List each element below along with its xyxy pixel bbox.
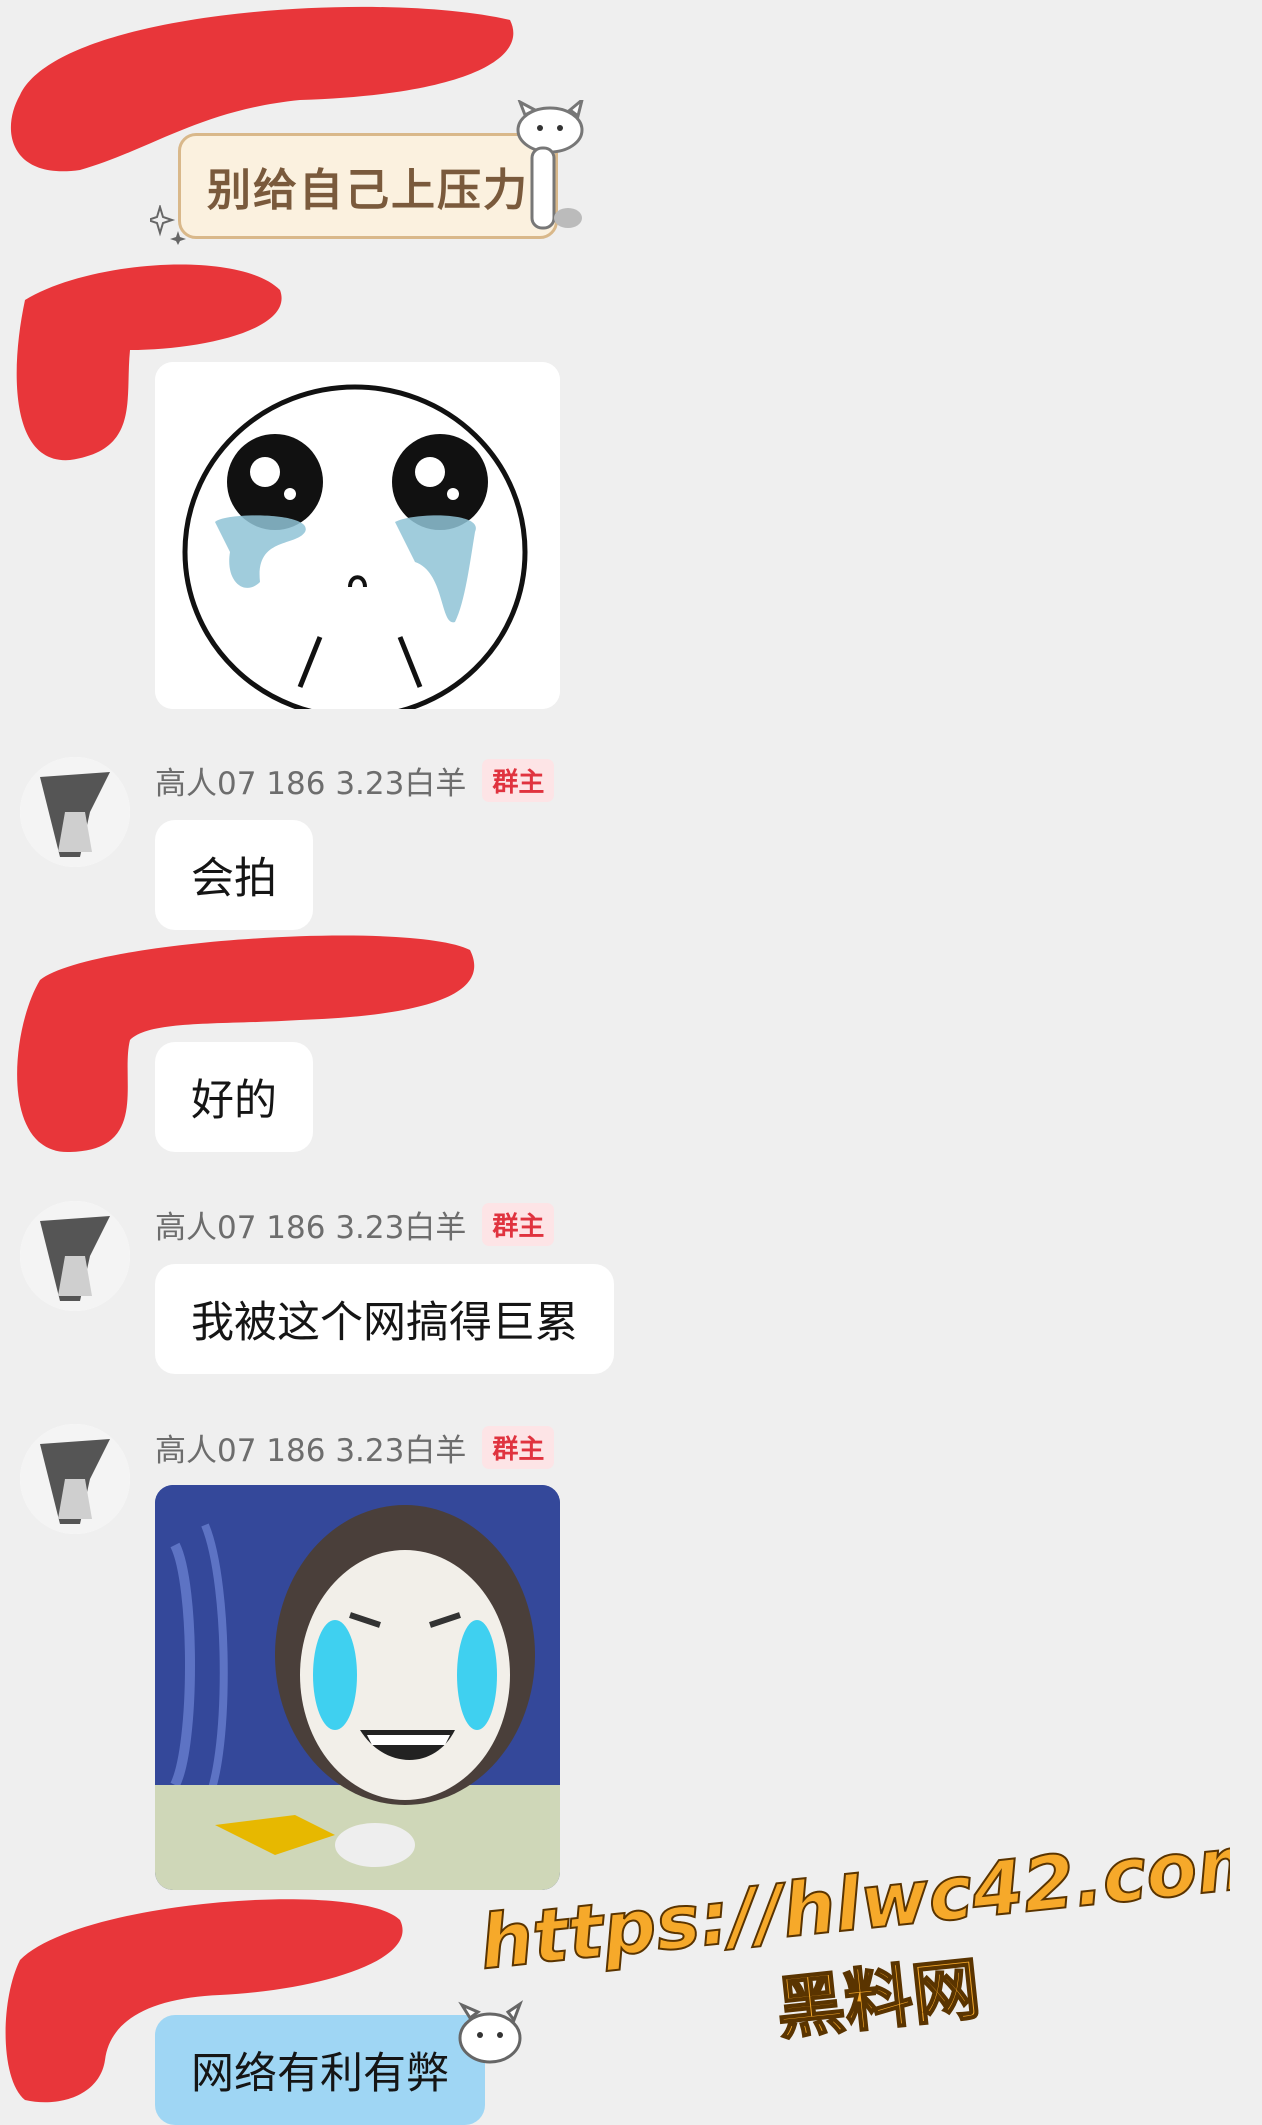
sender-name: 高人07 186 3.23白羊 bbox=[155, 765, 467, 802]
message-text: 好的 bbox=[191, 1076, 277, 1126]
sender-meta: 高人07 186 3.23白羊 群主 bbox=[155, 1425, 555, 1469]
group-owner-badge: 群主 bbox=[482, 1425, 555, 1469]
avatar[interactable] bbox=[20, 1201, 130, 1311]
cat-sticker-icon bbox=[516, 100, 584, 230]
message-text: 会拍 bbox=[191, 854, 277, 904]
message-bubble[interactable]: 网络有利有弊 bbox=[155, 2015, 485, 2125]
message-text: 网络有利有弊 bbox=[191, 2049, 449, 2099]
crying-cartoon-image[interactable] bbox=[155, 362, 560, 709]
avatar[interactable] bbox=[20, 757, 130, 867]
group-owner-badge: 群主 bbox=[482, 1202, 555, 1246]
message-bubble[interactable]: 好的 bbox=[155, 1042, 313, 1152]
sender-meta: 高人07 186 3.23白羊 群主 bbox=[155, 758, 555, 802]
sender-name: 高人07 186 3.23白羊 bbox=[155, 1209, 467, 1246]
watermark-site-name: 黑料网 bbox=[773, 1950, 984, 2050]
sparkle-icon bbox=[150, 205, 186, 245]
sender-name: 高人07 186 3.23白羊 bbox=[155, 1432, 467, 1469]
message-bubble[interactable]: 我被这个网搞得巨累 bbox=[155, 1264, 614, 1374]
avatar[interactable] bbox=[20, 1424, 130, 1534]
message-bubble[interactable]: 会拍 bbox=[155, 820, 313, 930]
watermark: https://hlwc42.com 黑料网 bbox=[475, 1830, 1230, 2050]
message-text: 我被这个网搞得巨累 bbox=[191, 1298, 578, 1348]
sender-meta: 高人07 186 3.23白羊 群主 bbox=[155, 1202, 555, 1246]
group-owner-badge: 群主 bbox=[482, 758, 555, 802]
